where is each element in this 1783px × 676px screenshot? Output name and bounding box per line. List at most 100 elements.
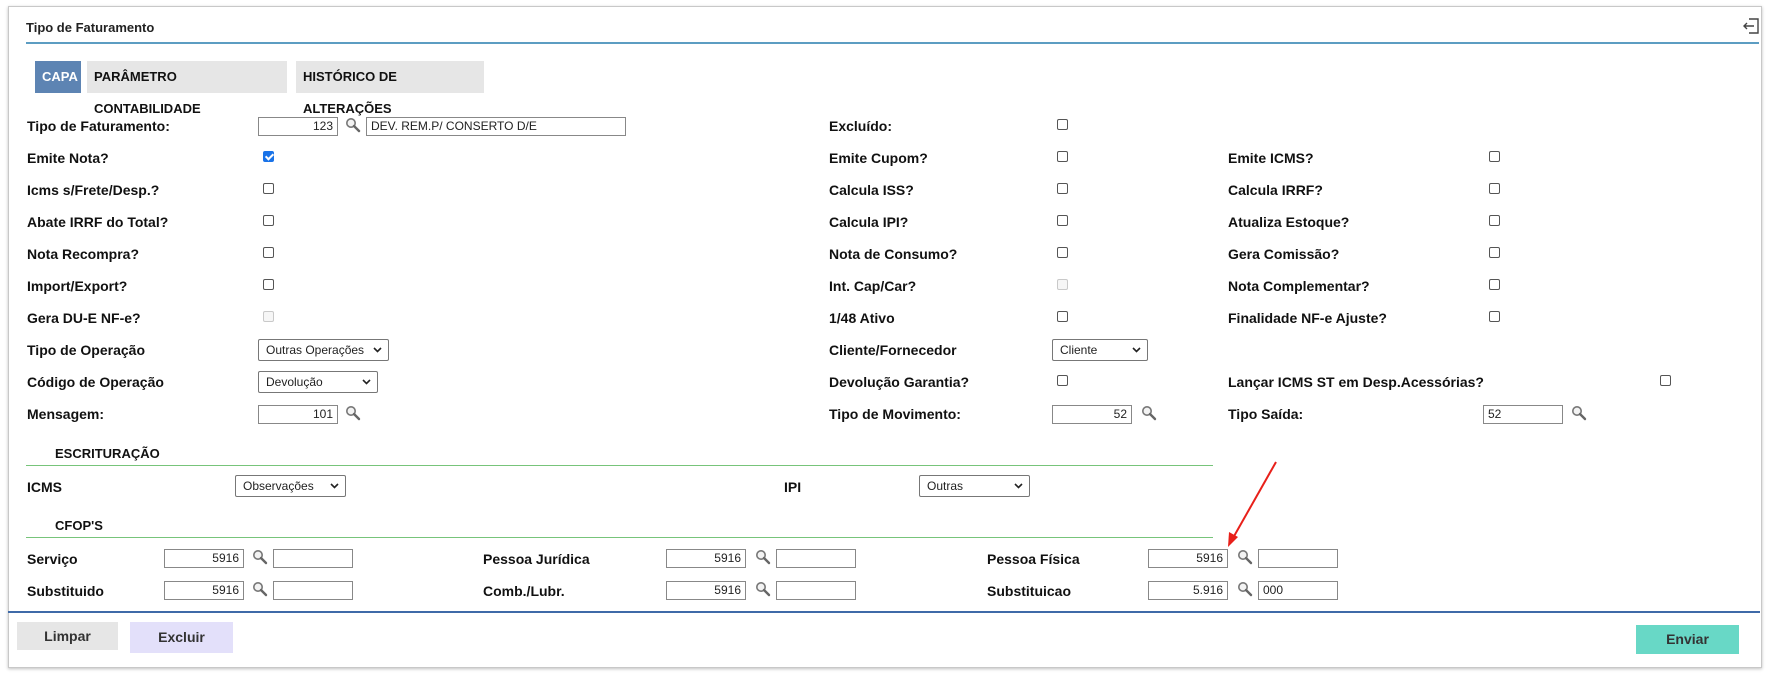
codigo-operacao-value: Devolução: [266, 375, 323, 389]
label-excluido: Excluído:: [829, 118, 893, 134]
substituido-extra-input[interactable]: [273, 581, 353, 600]
chevron-down-icon: [1014, 483, 1023, 489]
finalidade-ajuste-checkbox[interactable]: [1489, 311, 1500, 322]
label-icms: ICMS: [27, 479, 62, 495]
label-nota-complementar: Nota Complementar?: [1228, 278, 1370, 294]
import-export-checkbox[interactable]: [263, 279, 274, 290]
calcula-ipi-checkbox[interactable]: [1057, 215, 1068, 226]
atualiza-estoque-checkbox[interactable]: [1489, 215, 1500, 226]
substituicao-extra-input[interactable]: 000: [1258, 581, 1338, 600]
section-escrituracao-title: ESCRITURAÇÃO: [55, 446, 160, 461]
nota-complementar-checkbox[interactable]: [1489, 279, 1500, 290]
tipo-movimento-input[interactable]: 52: [1052, 405, 1132, 424]
emite-cupom-checkbox[interactable]: [1057, 151, 1068, 162]
abate-irrf-checkbox[interactable]: [263, 215, 274, 226]
label-gera-comissao: Gera Comissão?: [1228, 246, 1340, 262]
calcula-iss-checkbox[interactable]: [1057, 183, 1068, 194]
pessoa-juridica-extra-input[interactable]: [776, 549, 856, 568]
section-cfops-title: CFOP'S: [55, 518, 103, 533]
tab-capa[interactable]: CAPA: [35, 61, 81, 93]
label-finalidade-ajuste: Finalidade NF-e Ajuste?: [1228, 310, 1387, 326]
excluir-button[interactable]: Excluir: [130, 622, 233, 653]
limpar-button[interactable]: Limpar: [17, 622, 118, 650]
exit-icon[interactable]: [1741, 16, 1761, 36]
emite-icms-checkbox[interactable]: [1489, 151, 1500, 162]
pessoa-fisica-code-input[interactable]: 5916: [1148, 549, 1228, 568]
comb-lubr-extra-input[interactable]: [776, 581, 856, 600]
search-icon[interactable]: [755, 549, 771, 565]
substituicao-code-input[interactable]: 5.916: [1148, 581, 1228, 600]
icms-value: Observações: [243, 479, 314, 493]
label-emite-cupom: Emite Cupom?: [829, 150, 928, 166]
label-pessoa-fisica: Pessoa Física: [987, 551, 1080, 567]
lancar-icms-st-checkbox[interactable]: [1660, 375, 1671, 386]
annotation-arrow: [1228, 461, 1277, 547]
search-icon[interactable]: [345, 117, 361, 133]
label-tipo-saida: Tipo Saída:: [1228, 406, 1304, 422]
chevron-down-icon: [373, 347, 382, 353]
pessoa-fisica-extra-input[interactable]: [1258, 549, 1338, 568]
search-icon[interactable]: [252, 581, 268, 597]
search-icon[interactable]: [1571, 405, 1587, 421]
label-substituicao: Substituicao: [987, 583, 1072, 599]
enviar-button[interactable]: Enviar: [1636, 625, 1739, 654]
label-gera-due: Gera DU-E NF-e?: [27, 310, 141, 326]
search-icon[interactable]: [1237, 549, 1253, 565]
tab-historico-alteracoes[interactable]: HISTÓRICO DE ALTERAÇÕES: [296, 61, 484, 116]
servico-extra-input[interactable]: [273, 549, 353, 568]
label-mensagem: Mensagem:: [27, 406, 105, 422]
emite-nota-checkbox[interactable]: [263, 151, 274, 162]
window-title: Tipo de Faturamento: [26, 20, 155, 35]
section-divider: [26, 537, 1213, 538]
nota-consumo-checkbox[interactable]: [1057, 247, 1068, 258]
label-abate-irrf: Abate IRRF do Total?: [27, 214, 169, 230]
label-import-export: Import/Export?: [27, 278, 128, 294]
codigo-operacao-select[interactable]: Devolução: [258, 371, 378, 393]
ipi-select[interactable]: Outras: [919, 475, 1030, 497]
search-icon[interactable]: [1141, 405, 1157, 421]
label-cliente-fornecedor: Cliente/Fornecedor: [829, 342, 957, 358]
substituido-code-input[interactable]: 5916: [164, 581, 244, 600]
calcula-irrf-checkbox[interactable]: [1489, 183, 1500, 194]
nota-recompra-checkbox[interactable]: [263, 247, 274, 258]
title-divider: [26, 42, 1759, 44]
label-nota-recompra: Nota Recompra?: [27, 246, 140, 262]
search-icon[interactable]: [252, 549, 268, 565]
tipo-faturamento-description-input[interactable]: DEV. REM.P/ CONSERTO D/E: [366, 117, 626, 136]
pessoa-juridica-code-input[interactable]: 5916: [666, 549, 746, 568]
excluido-checkbox[interactable]: [1057, 119, 1068, 130]
chevron-down-icon: [1132, 347, 1141, 353]
label-calcula-iss: Calcula ISS?: [829, 182, 914, 198]
gera-due-checkbox: [263, 311, 274, 322]
label-comb-lubr: Comb./Lubr.: [483, 583, 565, 599]
label-emite-icms: Emite ICMS?: [1228, 150, 1314, 166]
icms-select[interactable]: Observações: [235, 475, 346, 497]
window-frame: [8, 6, 1762, 668]
cliente-fornecedor-value: Cliente: [1060, 343, 1098, 357]
cliente-fornecedor-select[interactable]: Cliente: [1052, 339, 1148, 361]
servico-code-input[interactable]: 5916: [164, 549, 244, 568]
label-tipo-faturamento: Tipo de Faturamento:: [27, 118, 170, 134]
label-nota-consumo: Nota de Consumo?: [829, 246, 958, 262]
label-tipo-movimento: Tipo de Movimento:: [829, 406, 961, 422]
icms-frete-checkbox[interactable]: [263, 183, 274, 194]
tab-parametro-contabilidade[interactable]: PARÂMETRO CONTABILIDADE: [87, 61, 287, 116]
int-cap-car-checkbox: [1057, 279, 1068, 290]
search-icon[interactable]: [1237, 581, 1253, 597]
gera-comissao-checkbox[interactable]: [1489, 247, 1500, 258]
chevron-down-icon: [330, 483, 339, 489]
search-icon[interactable]: [345, 405, 361, 421]
footer-divider: [8, 611, 1760, 613]
tipo-faturamento-code-input[interactable]: 123: [258, 117, 338, 136]
devolucao-garantia-checkbox[interactable]: [1057, 375, 1068, 386]
search-icon[interactable]: [755, 581, 771, 597]
label-tipo-operacao: Tipo de Operação: [27, 342, 145, 358]
tipo-operacao-select[interactable]: Outras Operações: [258, 339, 389, 361]
mensagem-input[interactable]: 101: [258, 405, 338, 424]
label-lancar-icms-st: Lançar ICMS ST em Desp.Acessórias?: [1228, 374, 1484, 390]
label-emite-nota: Emite Nota?: [27, 150, 109, 166]
comb-lubr-code-input[interactable]: 5916: [666, 581, 746, 600]
tipo-saida-input[interactable]: 52: [1483, 405, 1563, 424]
ativo-148-checkbox[interactable]: [1057, 311, 1068, 322]
label-ipi: IPI: [784, 479, 802, 495]
